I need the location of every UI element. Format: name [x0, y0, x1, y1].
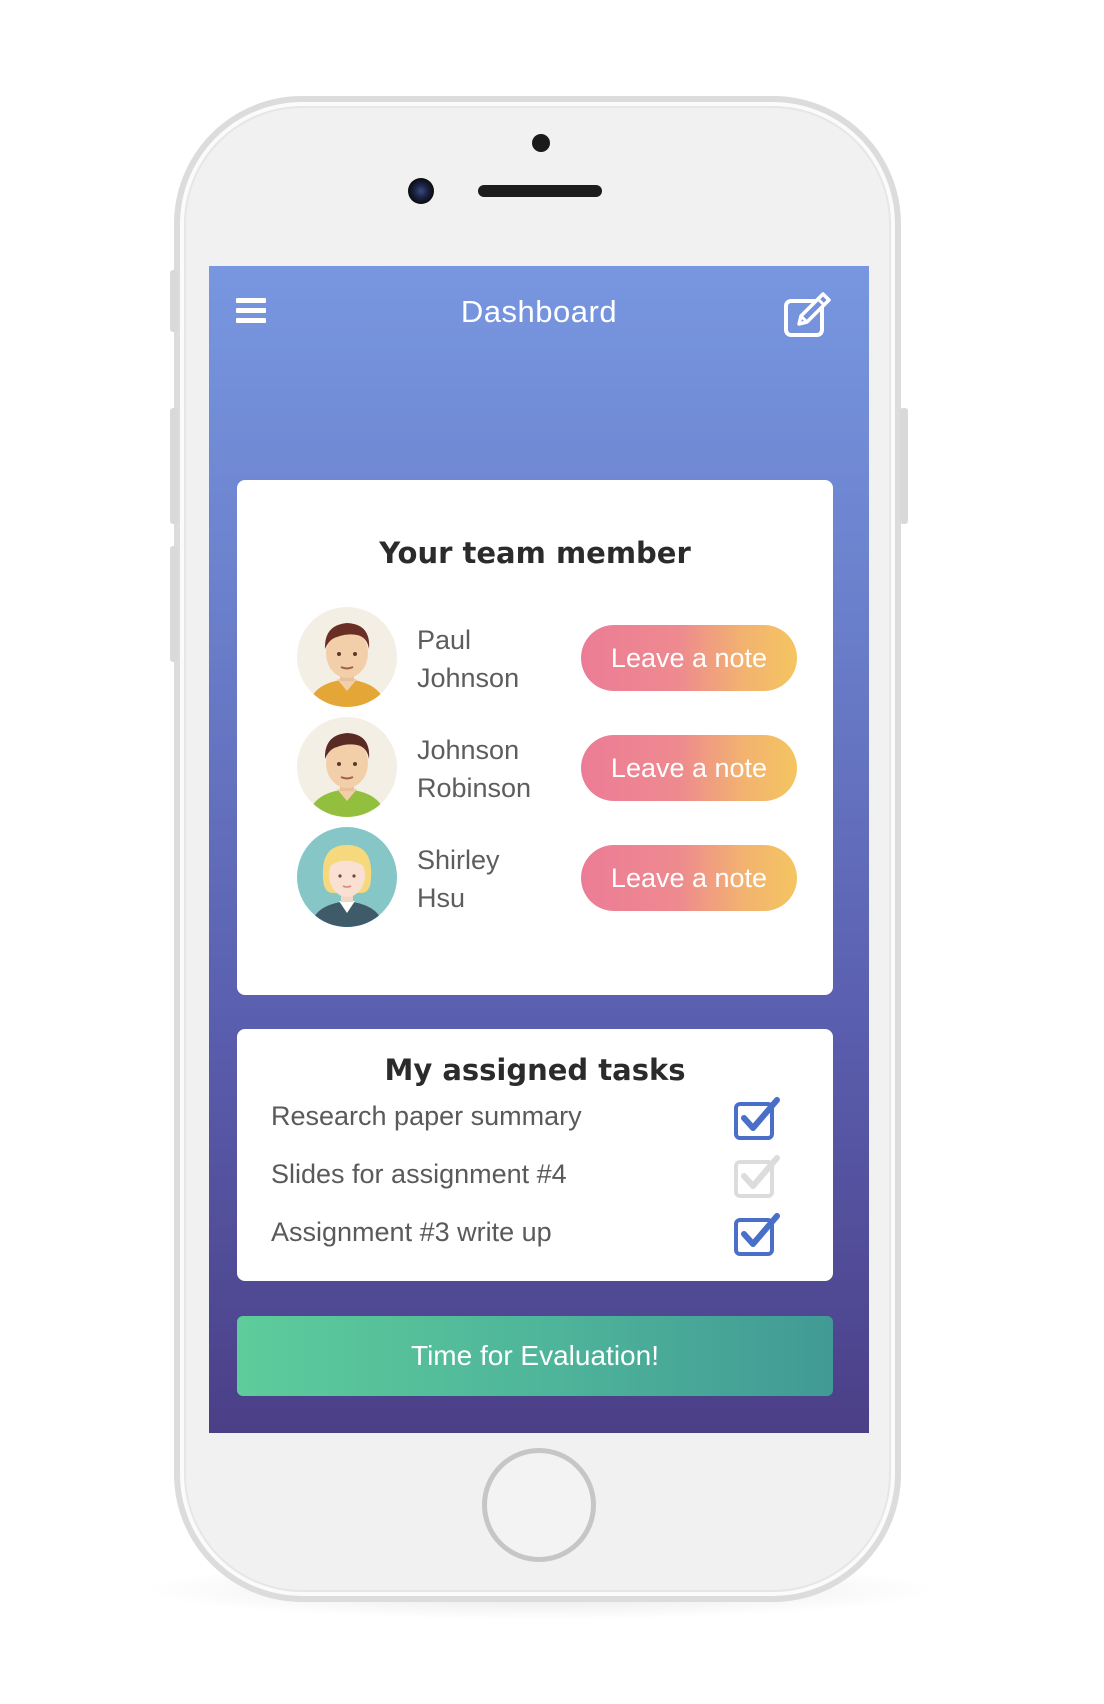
member-name: Shirley Hsu — [417, 845, 500, 913]
avatar — [297, 827, 397, 927]
page-title: Dashboard — [460, 294, 618, 329]
task-label: Assignment #3 write up — [271, 1217, 552, 1247]
volume-down-button — [170, 546, 178, 662]
task-item: Research paper summary — [271, 1095, 801, 1145]
avatar — [297, 717, 397, 817]
front-camera — [408, 178, 434, 204]
evaluation-button[interactable]: Time for Evaluation! — [237, 1316, 833, 1396]
proximity-sensor — [532, 134, 550, 152]
checkbox-unchecked-icon[interactable] — [733, 1153, 783, 1199]
edit-note-icon[interactable] — [783, 292, 839, 338]
home-button[interactable] — [482, 1448, 596, 1562]
volume-up-button — [170, 408, 178, 524]
checkbox-checked-icon[interactable] — [733, 1095, 783, 1141]
task-label: Research paper summary — [271, 1101, 582, 1131]
power-button — [900, 408, 908, 524]
app-screen: Dashboard Your team member Paul Johnson … — [209, 266, 869, 1433]
member-name: Johnson Robinson — [417, 735, 532, 803]
leave-note-button[interactable]: Leave a note — [581, 625, 797, 691]
tasks-card-title: My assigned tasks — [384, 1053, 686, 1087]
member-name: Paul Johnson — [417, 625, 520, 693]
earpiece-speaker — [478, 185, 602, 197]
mute-switch — [170, 270, 178, 332]
member-row: Johnson Robinson Leave a note — [237, 717, 833, 817]
task-label: Slides for assignment #4 — [271, 1159, 567, 1189]
tasks-card: My assigned tasks Research paper summary… — [237, 1029, 833, 1281]
leave-note-button[interactable]: Leave a note — [581, 845, 797, 911]
member-row: Paul Johnson Leave a note — [237, 607, 833, 707]
task-item: Assignment #3 write up — [271, 1211, 801, 1261]
team-card-title: Your team member — [379, 536, 691, 570]
team-card: Your team member Paul Johnson Leave a no… — [237, 480, 833, 995]
member-row: Shirley Hsu Leave a note — [237, 827, 833, 927]
avatar — [297, 607, 397, 707]
leave-note-button[interactable]: Leave a note — [581, 735, 797, 801]
task-item: Slides for assignment #4 — [271, 1153, 801, 1203]
checkbox-checked-icon[interactable] — [733, 1211, 783, 1257]
